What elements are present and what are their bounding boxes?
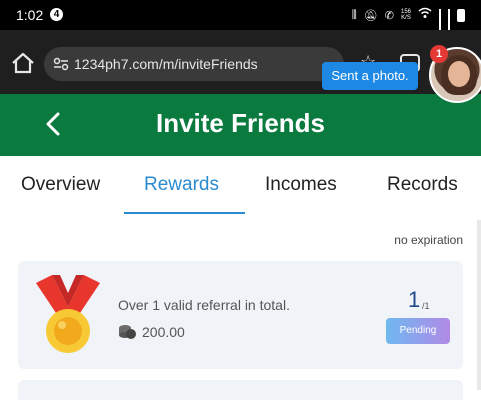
avatar-face bbox=[448, 61, 470, 87]
page-title: Invite Friends bbox=[155, 108, 326, 138]
reward-amount: 200.00 bbox=[142, 324, 185, 340]
network-speed: 156 K/S bbox=[400, 9, 411, 21]
tab-incomes[interactable]: Incomes bbox=[265, 174, 337, 196]
notification-count-badge: 4 bbox=[50, 8, 63, 21]
status-bar: 1:02 4 ⫼ 🔕︎ ✆ 156 K/S bbox=[0, 0, 481, 42]
reward-card: Over 1 valid referral in total. 200.00 1… bbox=[18, 261, 463, 369]
site-settings-icon[interactable] bbox=[53, 57, 69, 71]
page-header: Invite Friends bbox=[0, 94, 481, 156]
chat-badge: 1 bbox=[430, 45, 448, 63]
signal-icon-2 bbox=[448, 9, 450, 42]
tab-bar: Overview Rewards Incomes Records bbox=[0, 156, 481, 216]
tab-records[interactable]: Records bbox=[387, 174, 458, 196]
medal-icon bbox=[36, 275, 100, 353]
tab-overview[interactable]: Overview bbox=[21, 174, 100, 196]
mute-icon: 🔕︎ bbox=[363, 9, 378, 22]
url-text[interactable]: 1234ph7.com/m/inviteFriends bbox=[74, 56, 258, 72]
wifi-icon bbox=[418, 6, 432, 24]
expiry-label: no expiration bbox=[394, 233, 463, 247]
status-icons: ⫼ 🔕︎ ✆ 156 K/S bbox=[351, 6, 465, 42]
signal-icon bbox=[439, 9, 441, 42]
progress-total: /1 bbox=[422, 301, 430, 311]
scrollbar[interactable] bbox=[477, 220, 481, 390]
reward-description: Over 1 valid referral in total. bbox=[118, 297, 290, 313]
active-tab-indicator bbox=[124, 212, 245, 214]
vibrate-icon: ⫼ bbox=[351, 8, 357, 21]
reward-card bbox=[18, 380, 463, 400]
wifi-calling-icon: ✆ bbox=[384, 9, 394, 22]
progress-current: 1 bbox=[408, 287, 421, 312]
pending-status-button[interactable]: Pending bbox=[386, 318, 450, 344]
status-time: 1:02 bbox=[16, 7, 44, 23]
tab-rewards[interactable]: Rewards bbox=[144, 174, 219, 196]
chat-message-bubble[interactable]: Sent a photo. bbox=[322, 62, 418, 90]
address-bar[interactable]: 1234ph7.com/m/inviteFriends bbox=[44, 47, 344, 81]
home-icon[interactable] bbox=[10, 52, 36, 74]
battery-icon bbox=[457, 8, 465, 22]
rewards-content: no expiration Over 1 valid referral in t… bbox=[0, 216, 481, 400]
coin-stack-icon bbox=[119, 325, 136, 339]
